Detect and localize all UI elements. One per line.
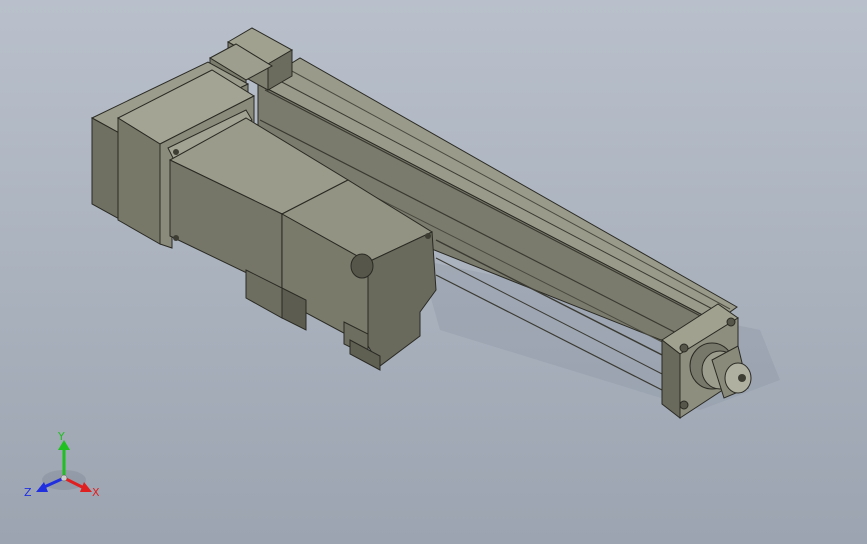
actuator-model[interactable] xyxy=(0,0,867,544)
z-axis-label: Z xyxy=(24,486,32,499)
graphics-viewport[interactable]: Y X Z xyxy=(0,0,867,544)
orientation-triad[interactable]: Y X Z xyxy=(22,428,112,508)
motor-side-hole xyxy=(350,253,374,279)
triad-origin xyxy=(60,474,68,482)
y-axis-label: Y xyxy=(57,430,65,443)
flange-bolt-hole xyxy=(679,400,689,410)
flange-bolt-hole xyxy=(679,343,689,353)
flange-bolt-hole xyxy=(726,317,736,327)
x-axis-label: X xyxy=(92,486,100,499)
